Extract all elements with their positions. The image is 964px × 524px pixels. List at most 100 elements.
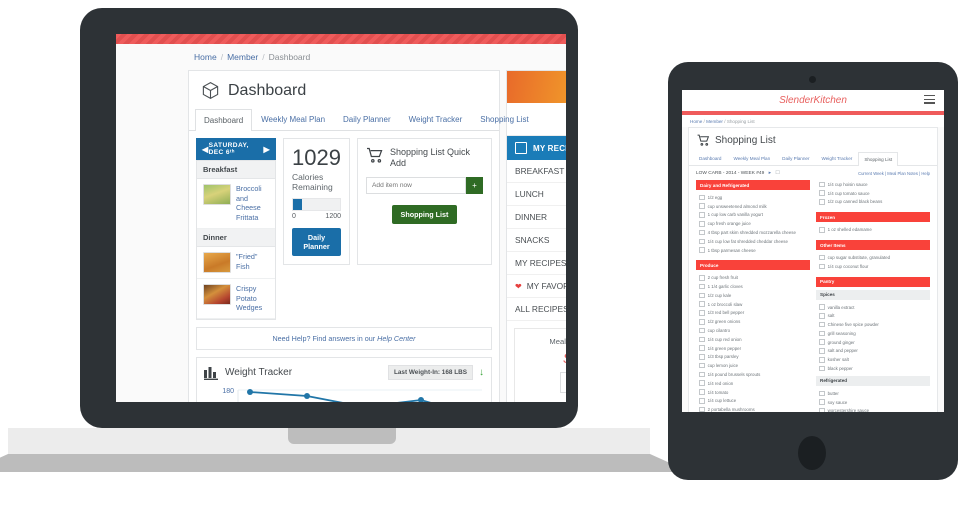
tab-weight-tracker[interactable]: Weight Tracker	[816, 151, 859, 165]
breadcrumb-member[interactable]: Member	[706, 119, 723, 124]
list-item[interactable]: 1/4 pound brussels sprouts	[696, 370, 810, 379]
checkbox[interactable]	[699, 371, 705, 378]
list-item[interactable]: cup sugar substitute, granulated	[816, 253, 930, 262]
print-icon[interactable]: ☐	[775, 171, 779, 176]
checkbox[interactable]	[819, 199, 825, 205]
checkbox[interactable]	[699, 406, 705, 412]
tab-dashboard[interactable]: Dashboard	[693, 151, 727, 165]
tab-weekly-meal-plan[interactable]: Weekly Meal Plan	[727, 151, 776, 165]
list-item[interactable]: Crispy Potato Wedges	[197, 278, 276, 320]
add-item-button[interactable]: +	[466, 176, 483, 194]
list-item[interactable]: 1/4 cup low fat shredded cheddar cheese	[696, 237, 810, 246]
list-item[interactable]: grill seasoning	[816, 329, 930, 338]
list-item[interactable]: cup unsweetened almond milk	[696, 202, 810, 211]
list-item[interactable]: 2 portabella mushrooms	[696, 405, 810, 412]
list-item[interactable]: salt	[816, 311, 930, 320]
checkbox[interactable]	[819, 254, 825, 261]
add-item-input[interactable]	[366, 176, 466, 194]
checkbox[interactable]	[819, 339, 825, 345]
list-item[interactable]: 1/4 cup red onion	[696, 335, 810, 344]
list-item[interactable]: black pepper	[816, 364, 930, 373]
week-selector[interactable]: LOW CARB - 2014 - WEEK #49 ▸ ☐	[696, 171, 780, 176]
list-item[interactable]: 1/4 cup hoisin sauce	[816, 180, 930, 189]
list-item[interactable]: butter	[816, 389, 930, 398]
tab-shopping-list[interactable]: Shopping List	[471, 108, 537, 130]
breadcrumb-member[interactable]: Member	[227, 52, 258, 62]
recipe-name[interactable]: "Fried" Fish	[236, 252, 269, 271]
list-item[interactable]: 4 tbsp part skim shredded mozzarella che…	[696, 228, 810, 237]
shopping-list-button[interactable]: Shopping List	[391, 204, 458, 224]
list-item[interactable]: salt and pepper	[816, 347, 930, 356]
list-item[interactable]: 1/4 cup lettuce	[696, 396, 810, 405]
tab-daily-planner[interactable]: Daily Planner	[776, 151, 815, 165]
tab-weekly-meal-plan[interactable]: Weekly Meal Plan	[252, 108, 334, 130]
download-button[interactable]: Download	[559, 372, 566, 393]
tab-weight-tracker[interactable]: Weight Tracker	[400, 108, 472, 130]
chevron-right-icon[interactable]: ▸	[769, 171, 771, 176]
list-item[interactable]: 1 cup low carb vanilla yogurt	[696, 211, 810, 220]
home-button[interactable]	[798, 436, 826, 470]
recipe-name[interactable]: Broccoli and Cheese Frittata	[236, 184, 269, 223]
sidebar-item-lunch[interactable]: LUNCH	[507, 183, 566, 206]
list-item[interactable]: 1/3 red bell pepper	[696, 309, 810, 318]
checkbox[interactable]	[699, 203, 705, 209]
tab-dashboard[interactable]: Dashboard	[195, 109, 253, 131]
checkbox[interactable]	[819, 263, 825, 270]
top-links[interactable]: Current Week | Meal Plan Notes | Help	[858, 171, 930, 176]
sidebar-item-my-recipes[interactable]: MY RECIPES	[507, 252, 566, 275]
list-item[interactable]: 1/4 tomato	[696, 388, 810, 397]
list-item[interactable]: vanilla extract	[816, 303, 930, 312]
list-item[interactable]: 1/4 cup tomato sauce	[816, 189, 930, 198]
breadcrumb-home[interactable]: Home	[690, 119, 702, 124]
checkbox[interactable]	[699, 380, 705, 387]
list-item[interactable]: 1/4 green pepper	[696, 344, 810, 353]
checkbox[interactable]	[819, 313, 825, 319]
checkbox[interactable]	[819, 365, 825, 372]
checkbox[interactable]	[699, 327, 705, 334]
checkbox[interactable]	[699, 212, 705, 218]
checkbox[interactable]	[699, 389, 705, 395]
checkbox[interactable]	[699, 336, 705, 343]
list-item[interactable]: 1/2 green onions	[696, 317, 810, 326]
list-item[interactable]: worcestershire sauce	[816, 407, 930, 412]
list-item[interactable]: 1 oz shelled edamame	[816, 225, 930, 234]
checkbox[interactable]	[819, 181, 825, 188]
sidebar-item-recipe-queue[interactable]: MY RECIPE QUEUE	[507, 136, 566, 160]
checkbox[interactable]	[699, 238, 705, 245]
recipe-name[interactable]: Crispy Potato Wedges	[236, 284, 269, 313]
list-item[interactable]: 2 cup fresh fruit	[696, 273, 810, 282]
checkbox[interactable]	[699, 301, 705, 307]
sidebar-item-dinner[interactable]: DINNER	[507, 206, 566, 229]
checkbox[interactable]	[819, 399, 825, 405]
list-item[interactable]: 1/2 cup canned black beans	[816, 198, 930, 207]
list-item[interactable]: 1 1/4 garlic cloves	[696, 282, 810, 291]
list-item[interactable]: 1 oz broccoli slaw	[696, 300, 810, 309]
checkbox[interactable]	[819, 348, 825, 354]
list-item[interactable]: Broccoli and Cheese Frittata	[197, 179, 276, 229]
checkbox[interactable]	[699, 310, 705, 316]
slender-kitchen-logo[interactable]: SlenderKitchen	[779, 95, 847, 106]
list-item[interactable]: cup fresh orange juice	[696, 219, 810, 228]
checkbox[interactable]	[819, 408, 825, 412]
list-item[interactable]: 1/4 cup coconut flour	[816, 262, 930, 271]
list-item[interactable]: 1/2 cup kale	[696, 291, 810, 300]
checkbox[interactable]	[819, 190, 825, 196]
sidebar-item-my-favorite-recipes[interactable]: ❤ MY FAVORITE RECIPES	[507, 275, 566, 298]
list-item[interactable]: 1/4 red onion	[696, 379, 810, 388]
tab-daily-planner[interactable]: Daily Planner	[334, 108, 400, 130]
sidebar-item-breakfast[interactable]: BREAKFAST	[507, 160, 566, 183]
list-item[interactable]: soy sauce	[816, 398, 930, 407]
sidebar-item-snacks[interactable]: SNACKS	[507, 229, 566, 252]
next-day-button[interactable]: ▶	[263, 145, 270, 154]
checkbox[interactable]	[819, 226, 825, 233]
checkbox[interactable]	[699, 247, 705, 253]
tab-shopping-list[interactable]: Shopping List	[858, 152, 899, 166]
checkbox[interactable]	[699, 362, 705, 369]
list-item[interactable]: kosher salt	[816, 355, 930, 364]
breadcrumb-home[interactable]: Home	[194, 52, 217, 62]
list-item[interactable]: 1/3 tbsp parsley	[696, 353, 810, 362]
list-item[interactable]: cup lemon juice	[696, 361, 810, 370]
list-item[interactable]: "Fried" Fish	[197, 246, 276, 279]
list-item[interactable]: 1/2 egg	[696, 193, 810, 202]
list-item[interactable]: cup cilantro	[696, 326, 810, 335]
